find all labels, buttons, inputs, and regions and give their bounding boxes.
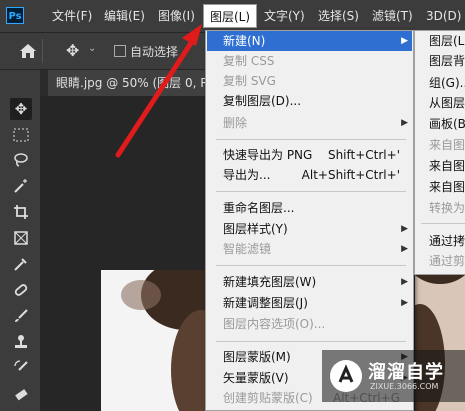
watermark-name: 溜溜自学 — [368, 362, 444, 383]
watermark-url: ZIXUE.3066.COM — [370, 382, 439, 391]
watermark: 溜溜自学 ZIXUE.3066.COM — [322, 350, 465, 402]
watermark-logo-icon — [330, 360, 362, 392]
